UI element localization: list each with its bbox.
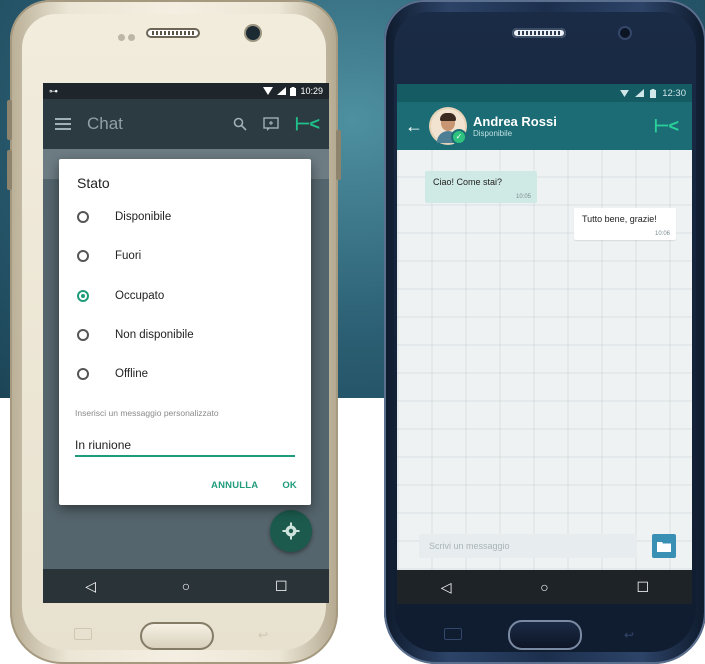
phone-right: 12:30 ← ✓ Andrea Rossi Disponibile ⊢< Ci… [384,0,705,664]
battery-icon [650,88,657,98]
dialog-title: Stato [77,175,110,191]
hardware-home-button [508,620,582,650]
sensor-dots [118,28,140,41]
cancel-button[interactable]: ANNULLA [211,480,258,491]
contact-status: Disponibile [473,129,513,138]
radio-label: Disponibile [115,211,172,223]
brand-logo-icon: ⊢< [294,113,320,134]
hardware-recent-key [444,628,462,640]
hardware-recent-key [74,628,92,640]
avatar[interactable]: ✓ [431,109,467,145]
radio-option-occupato[interactable]: Occupato [77,290,164,302]
nav-home-icon[interactable]: ○ [532,579,556,595]
volume-button [7,100,12,140]
nav-bar: ◁ ○ ☐ [43,569,329,603]
app-title: Chat [87,114,123,133]
contact-name: Andrea Rossi [473,114,557,129]
nav-recent-icon[interactable]: ☐ [269,578,293,595]
nav-home-icon[interactable]: ○ [174,578,198,594]
radio-button[interactable] [77,211,89,223]
wifi-icon [620,89,630,97]
menu-icon[interactable] [55,118,71,130]
wifi-icon [263,87,274,95]
gear-icon [282,522,300,540]
chat-area: Ciao! Come stai? 10:05 Tutto bene, grazi… [397,150,692,570]
radio-option-disponibile[interactable]: Disponibile [77,211,171,223]
status-bar: ⊶ 10:29 [43,83,329,99]
hardware-home-button [140,622,214,650]
chat-header: ← ✓ Andrea Rossi Disponibile ⊢< [397,102,692,150]
radio-label: Offline [115,368,149,380]
brand-logo-icon: ⊢< [653,115,679,136]
custom-message-input[interactable]: In riunione [75,435,295,457]
message-text: Ciao! Come stai? [433,177,503,187]
radio-button[interactable] [77,368,89,380]
radio-button-checked[interactable] [77,290,89,302]
radio-label: Fuori [115,250,142,262]
nav-back-icon[interactable]: ◁ [79,578,103,595]
message-time: 10:06 [654,231,670,237]
nav-back-icon[interactable]: ◁ [434,579,458,596]
phone-left-screen: ⊶ 10:29 Chat ⊢< Stato Disponibile Fuori … [43,83,329,603]
battery-icon [290,86,297,96]
radio-option-offline[interactable]: Offline [77,368,148,380]
nav-bar: ◁ ○ ☐ [397,570,692,604]
radio-option-fuori[interactable]: Fuori [77,250,141,262]
radio-button[interactable] [77,250,89,262]
message-outgoing[interactable]: Tutto bene, grazie! 10:06 [574,208,676,240]
phone-right-screen: 12:30 ← ✓ Andrea Rossi Disponibile ⊢< Ci… [397,84,692,604]
attach-button[interactable] [652,534,676,558]
nav-recent-icon[interactable]: ☐ [631,579,655,596]
message-incoming[interactable]: Ciao! Come stai? 10:05 [425,171,537,203]
search-icon[interactable] [233,117,247,131]
earpiece-speaker [146,28,200,38]
status-time: 12:30 [662,87,686,99]
volume-button [7,150,12,190]
usb-icon: ⊶ [49,85,58,96]
radio-button[interactable] [77,329,89,341]
phone-left: ⊶ 10:29 Chat ⊢< Stato Disponibile Fuori … [7,0,341,664]
compose-icon[interactable] [263,117,279,131]
radio-option-non-disponibile[interactable]: Non disponibile [77,329,194,341]
folder-icon [657,542,671,552]
message-time: 10:05 [515,194,531,200]
message-text: Tutto bene, grazie! [582,214,657,224]
message-input[interactable]: Scrivi un messaggio [419,534,637,558]
power-button [336,130,341,180]
hardware-back-key: ↩ [624,628,635,642]
radio-label: Occupato [115,290,165,302]
custom-message-hint: Inserisci un messaggio personalizzato [75,408,219,418]
status-bar: 12:30 [397,84,692,102]
online-check-icon: ✓ [451,129,467,145]
settings-fab[interactable] [270,510,312,552]
signal-icon [635,89,645,97]
status-time: 10:29 [300,86,323,96]
earpiece-speaker [512,28,566,38]
signal-icon [277,87,287,95]
front-camera [620,28,630,38]
hardware-back-key: ↩ [258,628,269,642]
radio-label: Non disponibile [115,329,194,341]
back-arrow-icon[interactable]: ← [405,116,423,137]
status-dialog: Stato Disponibile Fuori Occupato Non dis… [59,159,311,505]
app-bar: Chat ⊢< [43,99,329,149]
ok-button[interactable]: OK [282,480,297,491]
front-camera [246,26,260,40]
